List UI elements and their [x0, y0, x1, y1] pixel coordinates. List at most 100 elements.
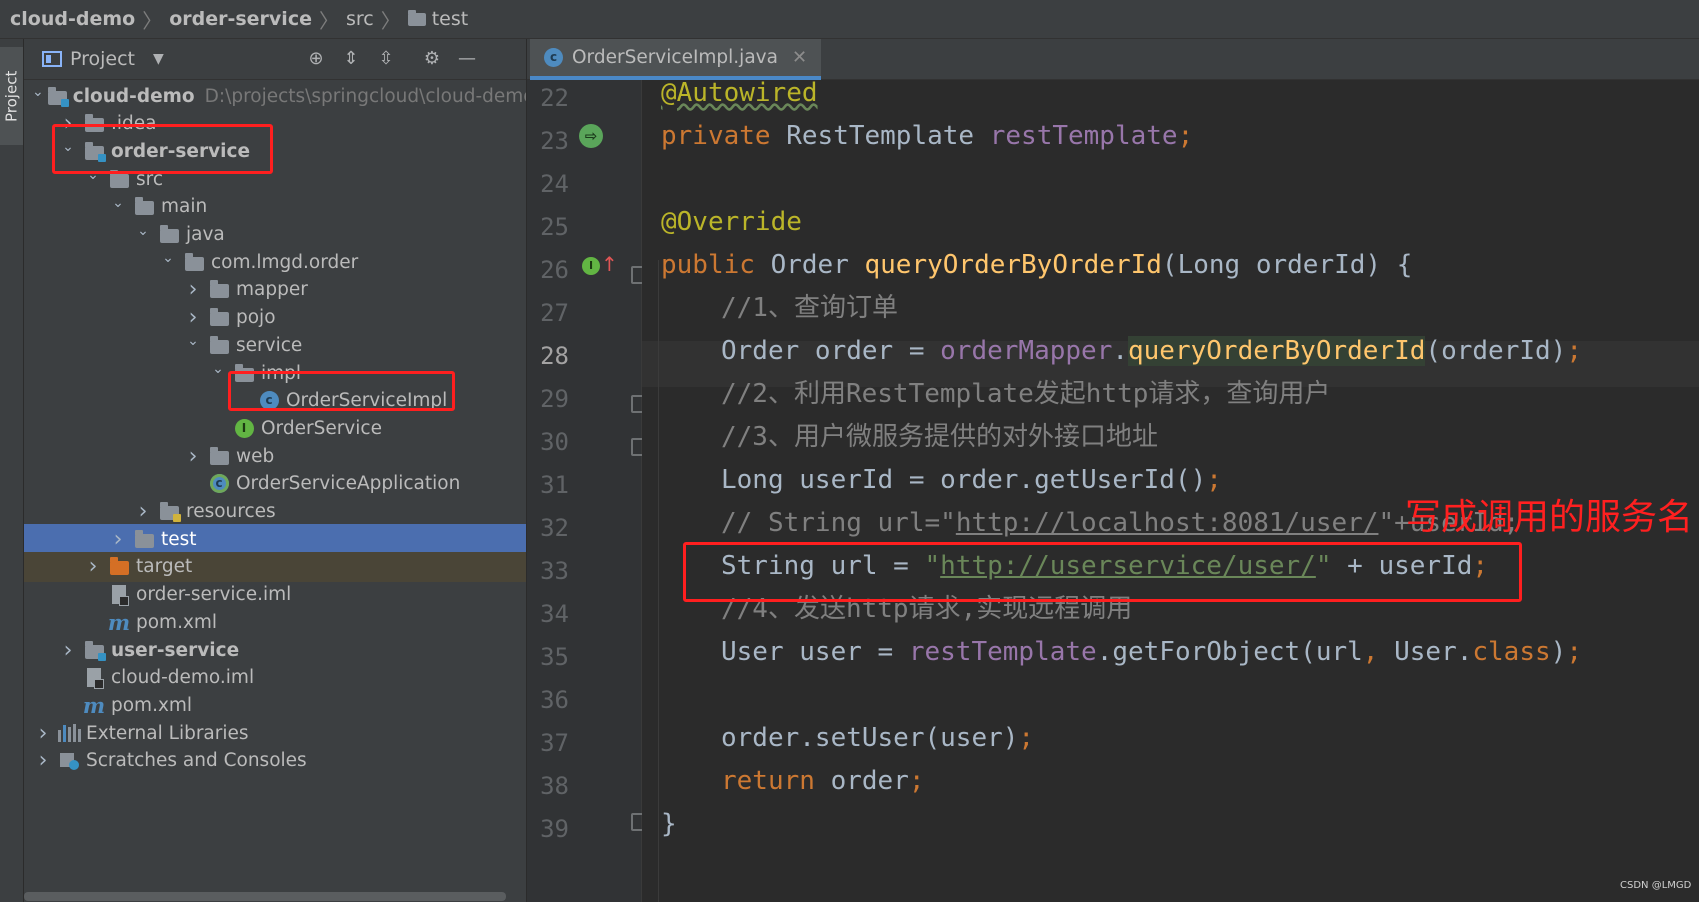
- tree-item[interactable]: ⌄ cloud-demo D:\projects\springcloud\cloud…: [24, 81, 526, 111]
- chevron-down-icon[interactable]: ⌄: [157, 250, 179, 266]
- code-line[interactable]: public Order queryOrderByOrderId(Long or…: [661, 242, 1412, 288]
- folder-icon: [108, 168, 130, 190]
- chevron-right-icon[interactable]: ›: [182, 305, 204, 330]
- project-panel-title[interactable]: Project: [70, 48, 135, 70]
- chevron-down-icon[interactable]: ⌄: [57, 139, 79, 155]
- tree-item[interactable]: ⌄ src: [24, 164, 526, 194]
- tree-item[interactable]: ⌄ com.lmgd.order: [24, 247, 526, 277]
- chevron-right-icon[interactable]: ›: [57, 638, 79, 663]
- code-line[interactable]: //3、用户微服务提供的对外接口地址: [721, 414, 1158, 460]
- breadcrumb-item-test[interactable]: test: [407, 8, 468, 30]
- horizontal-scrollbar[interactable]: [24, 892, 506, 901]
- chevron-down-icon[interactable]: ⌄: [82, 167, 104, 183]
- code-token: orderMapper: [940, 336, 1113, 366]
- tree-item[interactable]: › user-service: [24, 635, 526, 665]
- code-line[interactable]: @Autowired: [661, 80, 818, 116]
- locate-icon[interactable]: ⊕: [305, 48, 327, 70]
- line-number: 27: [540, 299, 569, 327]
- tree-item-label: cloud-demo: [72, 85, 195, 107]
- code-token: ,: [1362, 637, 1379, 667]
- code-line[interactable]: }: [661, 801, 677, 847]
- code-token: Long userId = order.getUserId(): [721, 465, 1207, 495]
- code-line[interactable]: @Override: [661, 199, 802, 245]
- chevron-right-icon[interactable]: ›: [82, 554, 104, 579]
- tree-item[interactable]: ⌄ impl: [24, 358, 526, 388]
- editor-tab-orderserviceimpl[interactable]: c OrderServiceImpl.java ✕: [530, 39, 822, 80]
- chevron-right-icon[interactable]: ›: [32, 721, 54, 746]
- iml-file-icon: [108, 584, 130, 607]
- tree-item-path: D:\projects\springcloud\cloud-demo: [204, 85, 526, 107]
- folder-icon: [133, 528, 155, 550]
- tree-item[interactable]: › mapper: [24, 275, 526, 305]
- project-tool-tab[interactable]: Project: [0, 47, 23, 145]
- folder-icon: [133, 196, 155, 218]
- code-line[interactable]: //1、查询订单: [721, 285, 898, 331]
- tree-item[interactable]: I OrderService: [24, 413, 526, 443]
- tree-item[interactable]: m pom.xml: [24, 690, 526, 720]
- tree-item[interactable]: ⌄ order-service: [24, 136, 526, 166]
- chevron-right-icon[interactable]: ›: [132, 499, 154, 524]
- code-line[interactable]: User user = restTemplate.getForObject(ur…: [721, 629, 1582, 675]
- editor-gutter: 22 23 24 25 26 27 28 29 30 31 32 33 34 35 36 37 38 39 ⇨ I ↑: [527, 80, 645, 902]
- collapse-all-icon[interactable]: ⇳: [375, 48, 397, 70]
- tree-item-label: src: [136, 168, 164, 190]
- chevron-right-icon[interactable]: ›: [182, 277, 204, 302]
- breadcrumb-item-src[interactable]: src: [346, 8, 374, 30]
- code-line[interactable]: // String url="http://localhost:8081/use…: [721, 500, 1519, 546]
- chevron-right-icon[interactable]: ›: [32, 748, 54, 773]
- chevron-down-icon[interactable]: ⌄: [132, 223, 154, 239]
- expand-all-icon[interactable]: ⇕: [340, 48, 362, 70]
- tree-item[interactable]: › pojo: [24, 303, 526, 333]
- line-number: 29: [540, 385, 569, 413]
- tree-item[interactable]: › test: [24, 524, 526, 555]
- breadcrumb-item-cloud-demo[interactable]: cloud-demo: [10, 8, 135, 30]
- chevron-right-icon[interactable]: ›: [57, 111, 79, 136]
- tree-item[interactable]: › target: [24, 551, 526, 582]
- breadcrumb-item-order-service[interactable]: order-service: [169, 8, 312, 30]
- tree-item[interactable]: › Scratches and Consoles: [24, 746, 526, 776]
- code-line[interactable]: Long userId = order.getUserId();: [721, 457, 1222, 503]
- minimize-icon[interactable]: —: [456, 48, 478, 70]
- tree-item[interactable]: › resources: [24, 497, 526, 527]
- code-token: (Long orderId) {: [1161, 250, 1413, 280]
- tree-item[interactable]: ⌄ service: [24, 330, 526, 360]
- tree-item-label: impl: [261, 362, 302, 384]
- tree-item[interactable]: › .idea: [24, 109, 526, 139]
- tree-item[interactable]: c OrderServiceApplication: [24, 469, 526, 499]
- line-number: 26: [540, 256, 569, 284]
- chevron-down-icon[interactable]: ▼: [153, 51, 164, 67]
- tree-item[interactable]: › External Libraries: [24, 718, 526, 748]
- code-line[interactable]: //4、发送http请求,实现远程调用: [721, 586, 1132, 632]
- tree-item[interactable]: ⌄ main: [24, 192, 526, 222]
- code-line[interactable]: private RestTemplate restTemplate;: [661, 113, 1193, 159]
- gear-icon[interactable]: ⚙: [421, 48, 443, 70]
- tree-item[interactable]: c OrderServiceImpl: [24, 386, 526, 416]
- tree-item[interactable]: order-service.iml: [24, 580, 526, 610]
- project-view-icon: [42, 51, 62, 67]
- tree-item[interactable]: cloud-demo.iml: [24, 663, 526, 693]
- chevron-down-icon[interactable]: ⌄: [207, 361, 229, 377]
- spring-autowired-icon[interactable]: ⇨: [579, 124, 603, 148]
- implements-method-icon[interactable]: I: [582, 257, 600, 275]
- code-token: //4、发送http请求,实现远程调用: [721, 594, 1133, 624]
- chevron-down-icon[interactable]: ⌄: [107, 195, 129, 211]
- chevron-right-icon[interactable]: ›: [107, 527, 129, 552]
- chevron-down-icon[interactable]: ⌄: [32, 84, 44, 100]
- close-icon[interactable]: ✕: [792, 47, 807, 68]
- tree-item-label: .idea: [111, 113, 157, 135]
- code-line[interactable]: Order order = orderMapper.queryOrderByOr…: [721, 328, 1582, 374]
- chevron-down-icon[interactable]: ⌄: [182, 333, 204, 349]
- tree-item[interactable]: ⌄ java: [24, 220, 526, 250]
- tree-item[interactable]: m pom.xml: [24, 607, 526, 637]
- tree-item[interactable]: › web: [24, 441, 526, 471]
- code-line[interactable]: return order;: [721, 758, 925, 804]
- code-line[interactable]: order.setUser(user);: [721, 715, 1034, 761]
- code-line[interactable]: //2、利用RestTemplate发起http请求，查询用户: [721, 371, 1330, 417]
- indent-guide: [658, 260, 659, 902]
- chevron-right-icon[interactable]: ›: [182, 444, 204, 469]
- class-icon: c: [258, 390, 280, 412]
- arrow-up-icon[interactable]: ↑: [601, 252, 618, 276]
- code-line[interactable]: String url = "http://userservice/user/" …: [721, 543, 1488, 589]
- tree-item-label: user-service: [111, 639, 240, 661]
- line-number: 37: [540, 729, 569, 757]
